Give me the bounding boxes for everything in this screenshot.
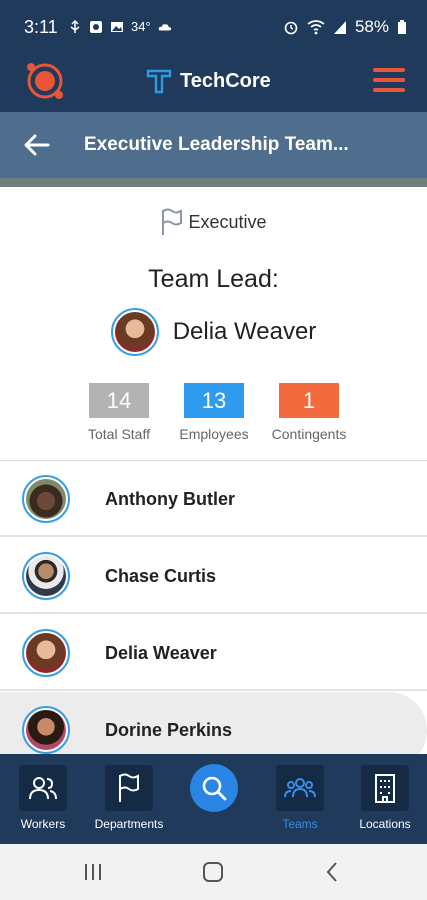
battery-level: 58%: [354, 17, 389, 36]
nav-teams[interactable]: Teams: [260, 765, 340, 831]
nav-departments[interactable]: Departments: [89, 765, 169, 831]
flag-icon: [119, 773, 139, 802]
title-bar: Executive Leadership Team...: [0, 112, 427, 178]
menu-button[interactable]: [373, 68, 405, 94]
hamburger-icon: [373, 68, 405, 72]
app-logo-icon[interactable]: [22, 58, 68, 104]
stat-contingents-value: 1: [279, 383, 339, 418]
member-name: Chase Curtis: [105, 566, 217, 586]
status-time: 3:11: [24, 17, 58, 37]
team-category: Executive: [0, 208, 427, 236]
avatar: [22, 475, 70, 523]
nav-locations-label: Locations: [359, 817, 411, 831]
team-lead[interactable]: Delia Weaver: [0, 308, 427, 356]
category-label: Executive: [188, 211, 267, 232]
team-lead-label: Team Lead:: [148, 265, 279, 293]
image-icon: [111, 21, 123, 32]
techcore-logo-icon: [146, 69, 172, 94]
brand: TechCore: [146, 68, 271, 94]
battery-icon: [398, 20, 406, 34]
nav-departments-label: Departments: [94, 817, 164, 831]
member-name: Dorine Perkins: [105, 720, 233, 740]
member-name: Anthony Butler: [105, 489, 235, 509]
team-lead-name: Delia Weaver: [172, 318, 317, 345]
team-icon: [284, 778, 316, 798]
stat-total-staff: 14 Total Staff: [79, 383, 159, 442]
member-name: Delia Weaver: [105, 643, 217, 663]
avatar: [22, 552, 70, 600]
avatar: [22, 629, 70, 677]
avatar: [22, 706, 70, 754]
cloud-icon: [158, 23, 171, 30]
stat-employees-label: Employees: [179, 426, 249, 442]
title-bar-divider: [0, 178, 427, 187]
bottom-nav: Workers Departments Teams Locations: [0, 754, 427, 844]
page-title: Executive Leadership Team...: [84, 134, 349, 155]
stat-employees: 13 Employees: [174, 383, 254, 442]
avatar: [110, 308, 159, 356]
status-system-icons: 58%: [283, 17, 407, 37]
member-list[interactable]: Anthony Butler Chase Curtis Delia Weaver…: [0, 460, 427, 754]
back-arrow-icon[interactable]: [22, 130, 52, 160]
stat-total-staff-label: Total Staff: [87, 426, 150, 442]
system-back-icon[interactable]: [320, 860, 346, 884]
building-icon: [375, 774, 395, 803]
nav-locations[interactable]: Locations: [345, 765, 425, 831]
stat-contingents: 1 Contingents: [264, 383, 354, 442]
home-icon[interactable]: [200, 860, 226, 884]
stat-contingents-label: Contingents: [271, 426, 347, 442]
list-item[interactable]: Dorine Perkins: [0, 692, 427, 754]
stat-total-staff-value: 14: [89, 383, 149, 418]
list-item[interactable]: Chase Curtis: [0, 538, 427, 614]
nav-workers-label: Workers: [20, 817, 66, 831]
brand-name: TechCore: [180, 69, 271, 92]
app-notification-icon: [90, 20, 102, 33]
list-item[interactable]: Anthony Butler: [0, 461, 427, 537]
usb-icon: [70, 19, 80, 33]
nav-teams-label: Teams: [282, 817, 318, 831]
nav-workers[interactable]: Workers: [3, 765, 83, 831]
stat-employees-value: 13: [184, 383, 244, 418]
app-header: TechCore: [0, 56, 427, 112]
users-icon: [29, 777, 57, 800]
recent-apps-icon[interactable]: [80, 860, 106, 884]
status-notification-icons: 34°: [68, 19, 172, 34]
temperature: 34°: [131, 19, 151, 34]
search-icon: [202, 776, 227, 801]
system-nav-bar: [0, 844, 427, 900]
status-bar: 3:11 34° 58%: [0, 0, 427, 56]
search-button[interactable]: [190, 764, 238, 812]
wifi-icon: [307, 20, 325, 35]
alarm-icon: [284, 21, 298, 35]
list-item[interactable]: Delia Weaver: [0, 615, 427, 691]
flag-icon: [162, 208, 183, 235]
signal-icon: [333, 21, 346, 34]
